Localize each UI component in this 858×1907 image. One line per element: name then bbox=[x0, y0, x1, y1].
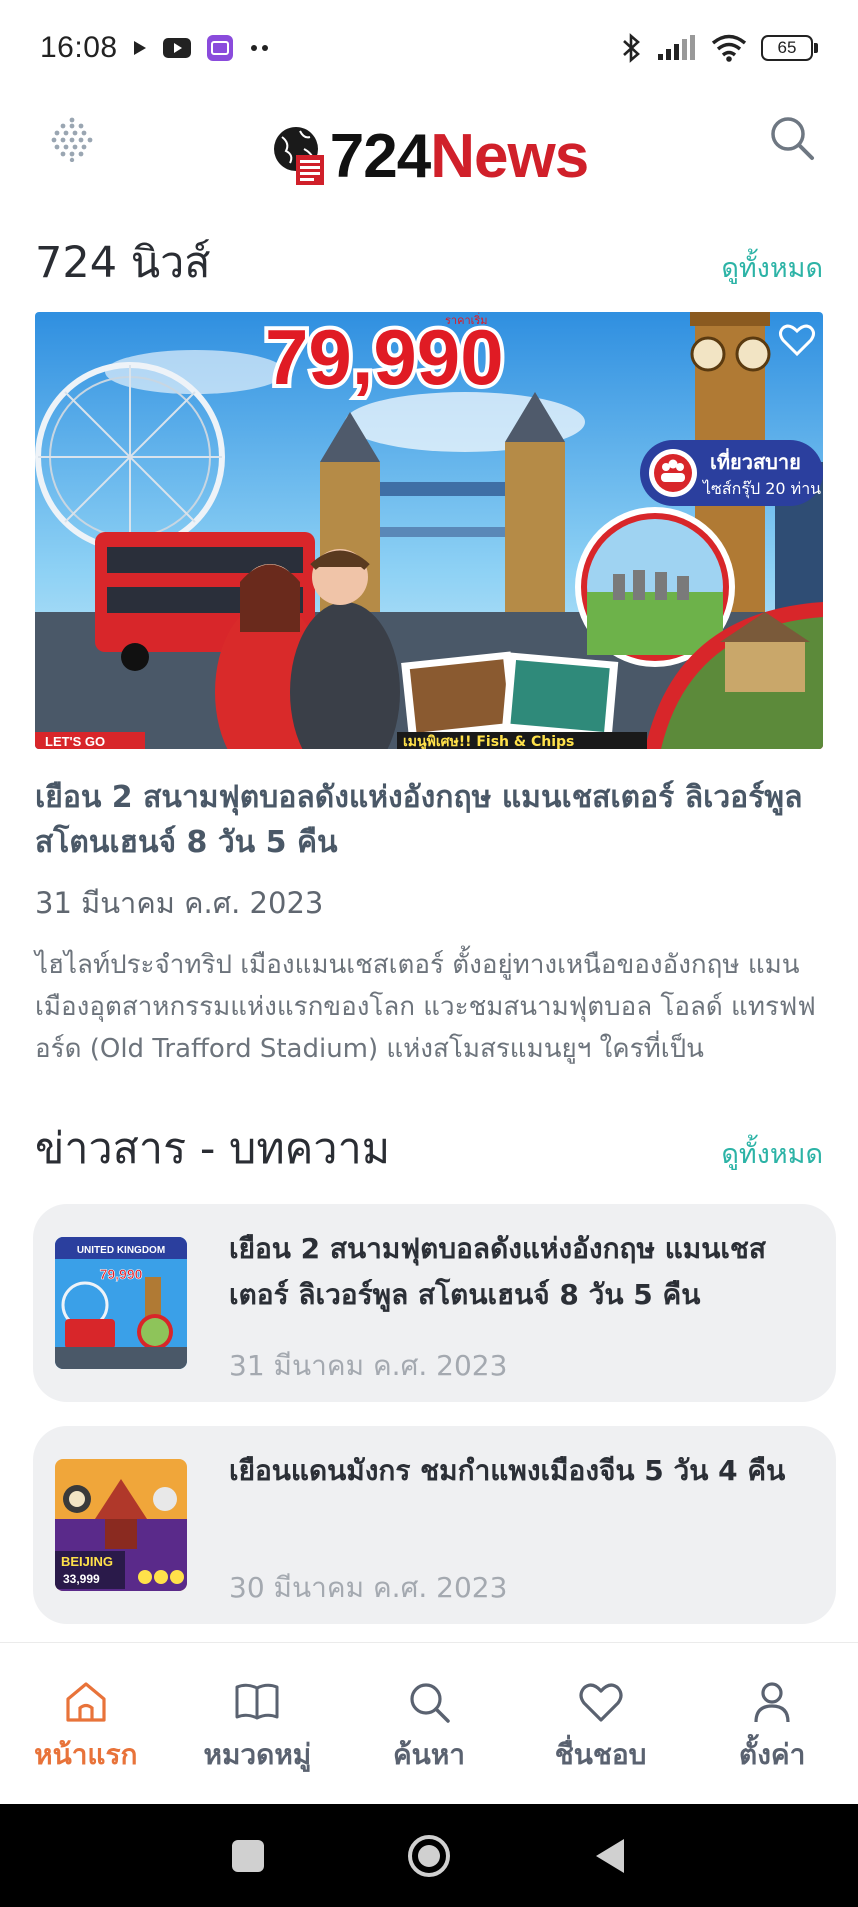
featured-title[interactable]: เยือน 2 สนามฟุตบอลดังแห่งอังกฤษ แมนเชสเต… bbox=[35, 775, 823, 865]
more-dots-icon bbox=[250, 45, 268, 51]
grid-dots-icon[interactable] bbox=[48, 114, 96, 162]
banner-badge-line2: ไซส์กรุ๊ป 20 ท่าน bbox=[701, 479, 821, 499]
wifi-icon bbox=[711, 34, 747, 62]
nav-favorites-label: ชื่นชอบ bbox=[554, 1738, 647, 1771]
favorite-heart-icon[interactable] bbox=[777, 320, 817, 360]
heart-icon bbox=[578, 1683, 623, 1722]
status-time: 16:08 bbox=[40, 31, 118, 64]
nav-settings-label: ตั้งค่า bbox=[739, 1738, 806, 1771]
user-icon bbox=[754, 1682, 790, 1723]
section-news-header: 724 นิวส์ ดูทั้งหมด bbox=[35, 228, 823, 296]
article-thumb-label: BEIJING bbox=[61, 1554, 113, 1569]
nav-search[interactable]: ค้นหา bbox=[343, 1643, 514, 1777]
youtube-icon bbox=[162, 38, 191, 58]
app-icon bbox=[206, 35, 233, 61]
banner-corner: LET'S GO bbox=[45, 734, 105, 749]
book-icon bbox=[235, 1683, 279, 1720]
globe-newspaper-icon bbox=[273, 127, 324, 185]
featured-banner[interactable]: 79,990 79,990 ราคาเริ่ม เที่ยวสบาย ไซส์ก… bbox=[35, 312, 823, 749]
home-circle-icon[interactable] bbox=[406, 1833, 452, 1879]
nav-categories-label: หมวดหมู่ bbox=[203, 1738, 312, 1771]
search-icon[interactable] bbox=[766, 112, 818, 164]
article-thumbnail: UNITED KINGDOM 79,990 bbox=[55, 1237, 187, 1369]
brand-word: News bbox=[430, 121, 589, 191]
status-left: 16:08 bbox=[40, 31, 272, 65]
bottom-nav: หน้าแรก หมวดหมู่ ค้นหา ชื่นชอบ ตั้งค่า bbox=[0, 1642, 858, 1804]
article-date: 30 มีนาคม ค.ศ. 2023 bbox=[229, 1571, 508, 1604]
article-thumb-price: 33,999 bbox=[63, 1572, 100, 1586]
system-nav-bar bbox=[0, 1804, 858, 1907]
home-icon bbox=[66, 1682, 106, 1722]
article-card[interactable]: UNITED KINGDOM 79,990 เยือน 2 สนามฟุตบอล… bbox=[33, 1204, 836, 1402]
brand-number: 724 bbox=[329, 121, 431, 191]
back-icon[interactable] bbox=[592, 1836, 628, 1876]
battery-level: 65 bbox=[761, 35, 813, 61]
search-icon bbox=[410, 1683, 450, 1723]
nav-home[interactable]: หน้าแรก bbox=[0, 1643, 171, 1777]
article-title: เยือนแดนมังกร ชมกำแพงเมืองจีน 5 วัน 4 คื… bbox=[229, 1454, 786, 1487]
article-thumb-label: UNITED KINGDOM bbox=[77, 1245, 165, 1256]
nav-search-label: ค้นหา bbox=[392, 1738, 466, 1771]
banner-footer: เมนูพิเศษ!! Fish & Chips bbox=[403, 734, 574, 749]
featured-date: 31 มีนาคม ค.ศ. 2023 bbox=[35, 886, 324, 920]
article-card[interactable]: BEIJING 33,999 เยือนแดนมังกร ชมกำแพงเมือ… bbox=[33, 1426, 836, 1624]
app-header: 724News bbox=[0, 96, 858, 216]
featured-excerpt: ไฮไลท์ประจำทริป เมืองแมนเชสเตอร์ ตั้งอยู… bbox=[35, 950, 816, 1064]
banner-price-caption: ราคาเริ่ม bbox=[445, 312, 488, 327]
play-icon bbox=[133, 41, 146, 55]
section-articles-title: ข่าวสาร - บทความ bbox=[35, 1124, 391, 1174]
recents-icon[interactable] bbox=[230, 1838, 266, 1874]
bluetooth-icon bbox=[623, 33, 640, 63]
article-date: 31 มีนาคม ค.ศ. 2023 bbox=[229, 1349, 508, 1382]
nav-categories[interactable]: หมวดหมู่ bbox=[172, 1643, 343, 1777]
nav-favorites[interactable]: ชื่นชอบ bbox=[515, 1643, 686, 1777]
section-articles-header: ข่าวสาร - บทความ ดูทั้งหมด bbox=[35, 1114, 823, 1182]
status-right: 65 bbox=[619, 32, 818, 64]
brand-logo[interactable]: 724News bbox=[270, 121, 589, 192]
signal-icon bbox=[658, 35, 695, 60]
nav-settings[interactable]: ตั้งค่า bbox=[687, 1643, 858, 1777]
battery-icon: 65 bbox=[761, 35, 818, 61]
see-all-articles-link[interactable]: ดูทั้งหมด bbox=[721, 1132, 823, 1175]
banner-badge-line1: เที่ยวสบาย bbox=[710, 447, 801, 474]
featured-banner-image: 79,990 79,990 ราคาเริ่ม เที่ยวสบาย ไซส์ก… bbox=[35, 312, 823, 749]
article-thumbnail: BEIJING 33,999 bbox=[55, 1459, 187, 1591]
article-title: เยือน 2 สนามฟุตบอลดังแห่งอังกฤษ แมนเชสเต… bbox=[229, 1232, 767, 1311]
article-thumb-price: 79,990 bbox=[100, 1266, 143, 1282]
see-all-news-link[interactable]: ดูทั้งหมด bbox=[721, 246, 823, 289]
status-bar: 16:08 65 bbox=[0, 0, 858, 96]
section-news-title: 724 นิวส์ bbox=[35, 238, 211, 288]
nav-home-label: หน้าแรก bbox=[34, 1738, 138, 1771]
